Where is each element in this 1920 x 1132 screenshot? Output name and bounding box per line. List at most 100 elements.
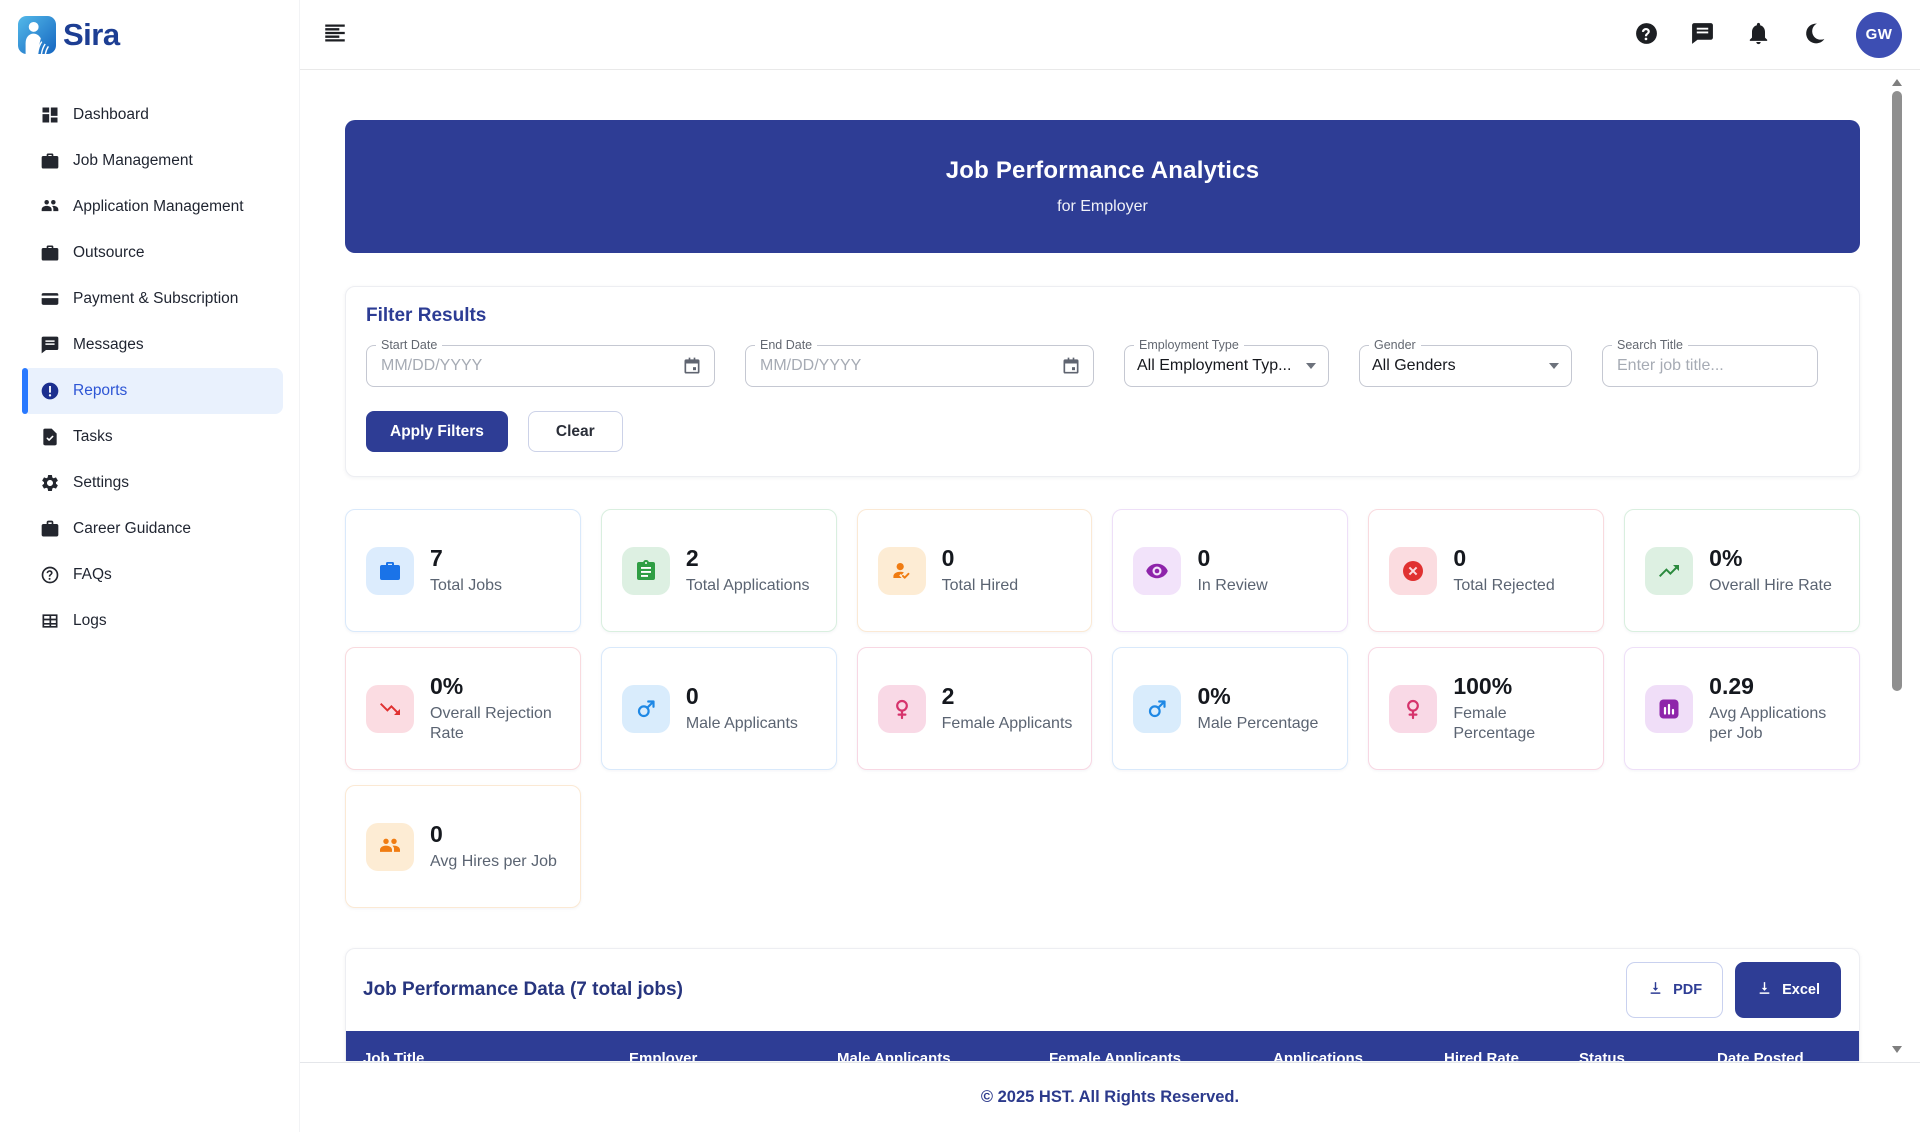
download-excel-button[interactable]: Excel [1735,962,1841,1018]
stat-value: 2 [941,683,955,710]
filter-buttons: Apply Filters Clear [366,411,1835,452]
calendar-icon[interactable] [682,356,702,376]
sidebar-item-tasks[interactable]: Tasks [22,414,283,460]
sidebar-item-outsource[interactable]: Outsource [22,230,283,276]
scrollbar-up-arrow[interactable] [1892,79,1902,86]
menu-toggle-button[interactable] [322,20,348,49]
topbar-dark-mode-button[interactable] [1802,21,1827,49]
sidebar-item-logs-icon [40,611,60,631]
start-date-field[interactable]: Start Date [366,338,715,387]
table-heading: Job Performance Data (7 total jobs) [363,979,683,1000]
download-pdf-button[interactable]: PDF [1626,962,1724,1018]
stat-text: 0 Avg Hires per Job [430,821,557,871]
sidebar-item-application-management-icon [40,197,60,217]
filter-fields-row: Start Date End Date Employment Type All … [366,338,1835,387]
apply-filters-button[interactable]: Apply Filters [366,411,508,452]
scrollbar-down-arrow[interactable] [1892,1046,1902,1053]
stat-value: 0 [430,821,443,848]
stat-text: 100% Female Percentage [1453,673,1587,743]
end-date-field[interactable]: End Date [745,338,1094,387]
stat-label: Total Jobs [430,576,503,594]
stat-label: Female Applicants [941,714,1073,732]
table-header-row: Job Title Employer Male Applicants Female A… [346,1031,1859,1061]
table-column-header: Hired Rate [1444,1050,1520,1061]
end-date-input[interactable] [758,356,1061,376]
sidebar-item-payment-subscription[interactable]: Payment & Subscription [22,276,283,322]
gender-value: All Genders [1372,357,1456,374]
person-check-icon [877,546,926,595]
stat-card-total-hired: 0 Total Hired [856,509,1093,632]
sidebar-item-career-guidance[interactable]: Career Guidance [22,506,283,552]
table-column-header: Employer [629,1050,698,1061]
trend-down-icon [366,684,414,733]
sidebar-item-label: FAQs [73,566,112,583]
start-date-input[interactable] [379,356,682,376]
topbar-help-button[interactable] [1634,21,1659,49]
sidebar-item-reports[interactable]: Reports [22,368,283,414]
sidebar-item-settings-icon [40,473,60,493]
search-title-field[interactable]: Search Title [1602,338,1818,387]
stat-label: Total Hired [941,576,1019,594]
sidebar-item-job-management[interactable]: Job Management [22,138,283,184]
employment-type-select[interactable]: Employment Type All Employment Typ... [1124,338,1329,387]
stat-card-avg-applications-per-job: 0.29 Avg Applications per Job [1624,647,1860,770]
topbar-messages-button[interactable] [1690,21,1715,49]
app-root: Sira Dashboard Job Management Applicatio… [0,0,1920,1132]
table-toolbar: Job Performance Data (7 total jobs) PDF … [346,949,1859,1031]
sidebar-item-tasks-icon [40,427,60,447]
stat-value: 0% [1197,683,1231,710]
avatar[interactable]: GW [1856,11,1902,58]
sidebar-item-messages-icon [40,335,60,355]
female-icon [1389,684,1438,733]
employment-type-label: Employment Type [1134,338,1244,352]
table-column-header: Female Applicants [1049,1050,1181,1061]
stat-value: 0 [1453,545,1467,572]
sidebar-item-label: Application Management [73,198,244,215]
scrollbar[interactable] [1889,72,1906,1060]
stat-card-avg-hires-per-job: 0 Avg Hires per Job [345,785,581,908]
brand-logo[interactable]: Sira [0,0,299,54]
sidebar: Sira Dashboard Job Management Applicatio… [0,0,300,1132]
sidebar-item-application-management[interactable]: Application Management [22,184,283,230]
stat-card-in-review: 0 In Review [1112,509,1349,632]
chevron-down-icon [1306,363,1316,369]
table-column-header: Applications [1273,1050,1364,1061]
banner: Job Performance Analytics for Employer [345,120,1860,253]
employment-type-value: All Employment Typ... [1137,357,1292,374]
brand-logo-icon [18,16,56,54]
stats-grid: 7 Total Jobs 2 Total Applications 0 Tota… [345,509,1860,908]
calendar-icon[interactable] [1061,356,1081,376]
download-icon [1647,980,1664,1001]
stat-card-total-rejected: 0 Total Rejected [1368,509,1605,632]
help-circle-icon [1634,21,1659,49]
stat-text: 0 Total Hired [942,545,1018,595]
topbar-notifications-button[interactable] [1746,21,1771,49]
male-icon [1133,684,1182,733]
sidebar-item-career-guidance-icon [40,519,60,539]
stat-label: In Review [1197,576,1268,594]
sidebar-item-settings[interactable]: Settings [22,460,283,506]
chevron-down-icon [1549,363,1559,369]
sidebar-item-payment-subscription-icon [40,289,60,309]
topbar: GW [300,0,1920,70]
sidebar-item-dashboard[interactable]: Dashboard [22,92,283,138]
sidebar-item-faqs[interactable]: FAQs [22,552,283,598]
stat-text: 2 Total Applications [686,545,810,595]
gender-select[interactable]: Gender All Genders [1359,338,1572,387]
end-date-label: End Date [755,338,818,352]
briefcase-icon [366,546,414,595]
page-title: Job Performance Analytics [945,157,1260,184]
stat-card-total-applications: 2 Total Applications [600,509,837,632]
table-panel: Job Performance Data (7 total jobs) PDF … [345,948,1860,1061]
sidebar-item-messages[interactable]: Messages [22,322,283,368]
stat-value: 0 [1197,545,1211,572]
scrollbar-thumb[interactable] [1892,91,1902,691]
search-title-input[interactable] [1615,356,1805,376]
sidebar-item-logs[interactable]: Logs [22,598,283,644]
stat-card-total-jobs: 7 Total Jobs [345,509,581,632]
bar-chart-icon [1645,684,1694,733]
clear-filters-button[interactable]: Clear [527,411,623,452]
sidebar-item-outsource-icon [40,243,60,263]
stat-value: 0 [941,545,955,572]
stat-value: 100% [1453,673,1513,700]
